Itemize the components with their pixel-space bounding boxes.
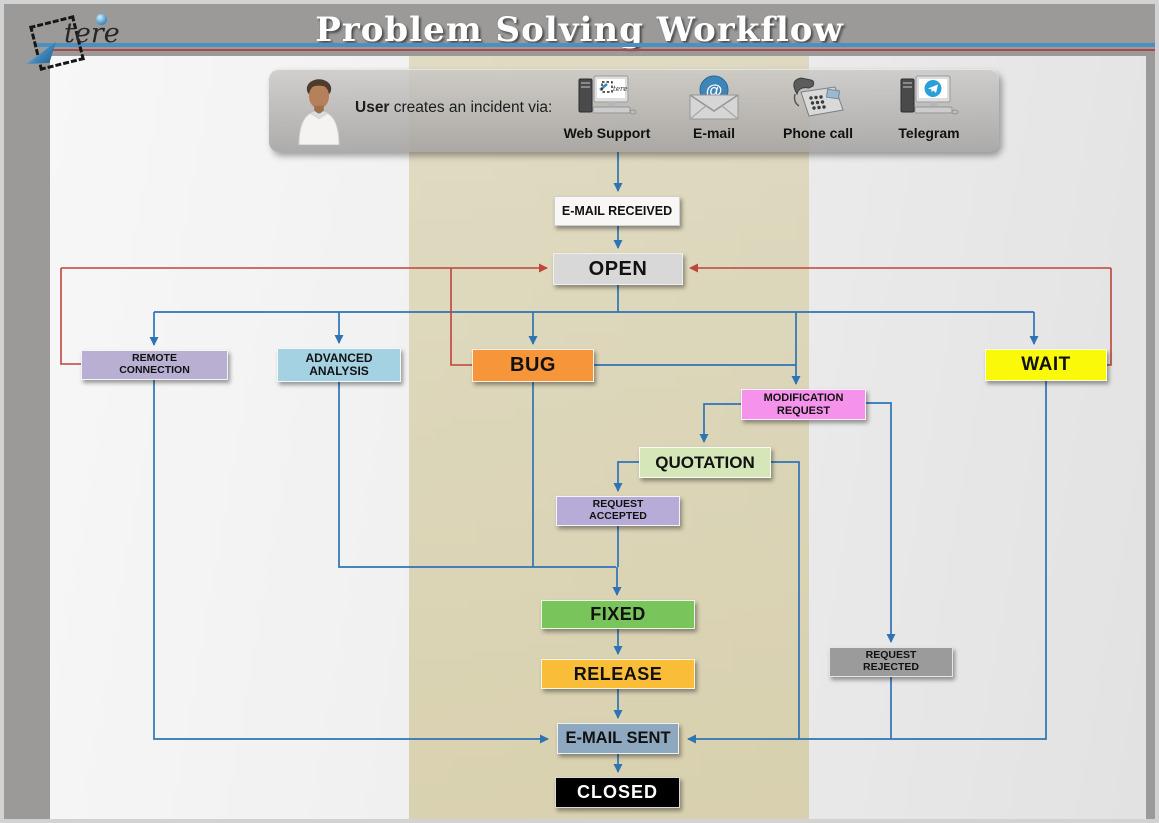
node-label: REQUEST ACCEPTED (589, 499, 647, 523)
web-support-icon: tere (576, 74, 638, 122)
desk-phone-icon (787, 74, 849, 122)
banner-caption-rest: creates an incident via: (389, 99, 552, 116)
header-blue-rule (36, 43, 1155, 47)
channel-label: E-mail (658, 125, 770, 141)
node-label: OPEN (589, 258, 648, 280)
node-remote-connection: REMOTE CONNECTION (81, 350, 228, 380)
computer-telegram-icon (898, 74, 960, 122)
etere-logo: tere (20, 10, 130, 68)
workflow-window: tere Problem Solving Workflow (0, 0, 1159, 823)
node-wait: WAIT (985, 349, 1107, 381)
channel-phone: Phone call (762, 73, 874, 141)
node-label: QUOTATION (655, 453, 754, 472)
node-email-sent: E-MAIL SENT (557, 723, 679, 754)
node-email-received: E-MAIL RECEIVED (554, 196, 680, 226)
banner-caption-user: User (355, 99, 389, 116)
envelope-at-icon: @ (685, 75, 743, 121)
user-icon (291, 75, 347, 145)
node-fixed: FIXED (541, 600, 695, 629)
node-quotation: QUOTATION (639, 447, 771, 478)
node-label: WAIT (1021, 354, 1071, 375)
node-label: ADVANCED ANALYSIS (305, 352, 372, 379)
node-label: E-MAIL RECEIVED (562, 204, 672, 218)
header-red-rule (50, 49, 1155, 51)
node-request-accepted: REQUEST ACCEPTED (556, 496, 680, 526)
incident-channels-banner: User creates an incident via: tere (269, 69, 999, 152)
node-advanced-analysis: ADVANCED ANALYSIS (277, 348, 401, 382)
channel-web-support: tere Web Support (551, 73, 663, 141)
node-label: RELEASE (574, 664, 663, 684)
banner-caption: User creates an incident via: (355, 99, 552, 117)
flow-connectors (50, 56, 1146, 820)
node-label: CLOSED (577, 782, 658, 802)
channel-label: Telegram (873, 125, 985, 141)
channel-label: Phone call (762, 125, 874, 141)
node-request-rejected: REQUEST REJECTED (829, 647, 953, 677)
node-bug: BUG (472, 349, 594, 382)
node-label: MODIFICATION REQUEST (764, 392, 844, 417)
node-closed: CLOSED (555, 777, 680, 808)
node-label: BUG (510, 354, 556, 376)
svg-text:tere: tere (613, 85, 627, 93)
diagram-canvas: User creates an incident via: tere (50, 56, 1146, 820)
channel-email: @ E-mail (658, 73, 770, 141)
node-release: RELEASE (541, 659, 695, 689)
node-label: E-MAIL SENT (565, 729, 670, 747)
channel-label: Web Support (551, 125, 663, 141)
node-open: OPEN (553, 253, 683, 285)
node-modification-request: MODIFICATION REQUEST (741, 389, 866, 420)
node-label: FIXED (590, 604, 646, 624)
node-label: REQUEST REJECTED (863, 650, 919, 674)
channel-telegram: Telegram (873, 73, 985, 141)
logo-text: tere (64, 18, 120, 49)
node-label: REMOTE CONNECTION (119, 353, 190, 377)
